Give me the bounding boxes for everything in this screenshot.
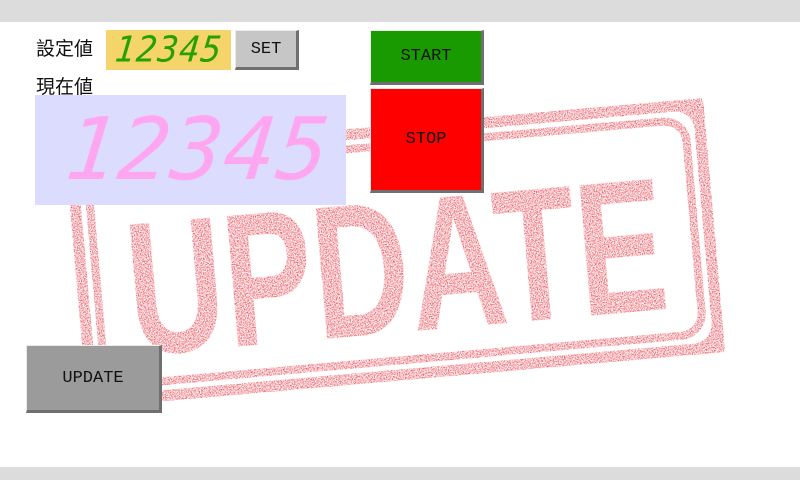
setpoint-label: 設定値 <box>36 38 94 60</box>
bottom-bar <box>0 467 800 480</box>
top-bar <box>0 0 800 22</box>
current-value: 12345 <box>60 100 336 200</box>
update-button[interactable]: UPDATE <box>26 345 162 413</box>
setpoint-display[interactable]: 12345 <box>106 29 231 71</box>
start-button[interactable]: START <box>370 30 484 85</box>
current-value-display: 12345 <box>35 95 346 205</box>
setpoint-value: 12345 <box>112 29 225 71</box>
set-button[interactable]: SET <box>235 30 299 70</box>
stop-button[interactable]: STOP <box>370 88 484 193</box>
